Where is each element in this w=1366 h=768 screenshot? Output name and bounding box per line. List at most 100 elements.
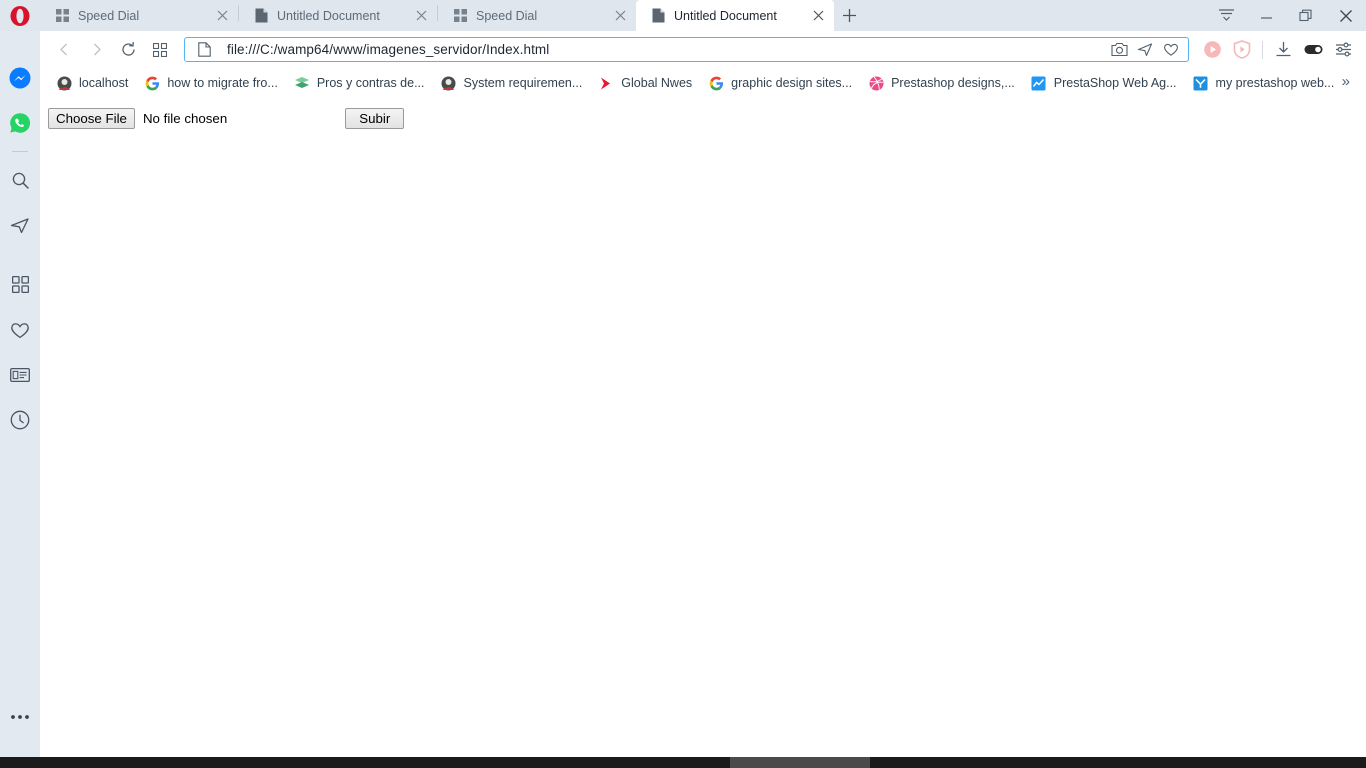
sidebar-item-telegram[interactable] — [0, 203, 40, 248]
heart-icon[interactable] — [1158, 38, 1184, 62]
address-input[interactable]: file:///C:/wamp64/www/imagenes_servidor/… — [213, 42, 1106, 57]
tab-menu-button[interactable] — [1206, 0, 1246, 31]
page-document-icon — [195, 42, 213, 57]
tab-speed-dial-1[interactable]: Speed Dial — [40, 0, 238, 31]
google-icon — [708, 75, 724, 91]
opera-logo-icon — [9, 5, 31, 27]
browser-window: Speed Dial Untitled Document Speed Dial … — [0, 0, 1366, 768]
taskbar-active-window[interactable] — [730, 757, 870, 768]
grid-icon — [153, 42, 167, 57]
extensions-button[interactable] — [1298, 36, 1328, 64]
forward-button[interactable] — [80, 36, 112, 64]
maximize-icon — [1299, 9, 1313, 23]
tab-speed-dial-2[interactable]: Speed Dial — [438, 0, 636, 31]
wamp-icon — [56, 75, 72, 91]
bookmark-how-to-migrate[interactable]: how to migrate fro... — [136, 72, 285, 94]
bookmark-system-requirements[interactable]: System requiremen... — [433, 72, 591, 94]
window-controls — [1206, 0, 1366, 31]
bookmark-label: my prestashop web... — [1215, 76, 1335, 90]
new-tab-button[interactable] — [834, 0, 864, 31]
bookmark-localhost[interactable]: localhost — [48, 72, 136, 94]
bookmark-global-nwes[interactable]: Global Nwes — [590, 72, 700, 94]
tab-title: Speed Dial — [476, 8, 538, 23]
video-popout-button[interactable] — [1197, 36, 1227, 64]
vpn-shield-button[interactable] — [1227, 36, 1257, 64]
sidebar-item-bookmarks[interactable] — [0, 307, 40, 352]
bookmark-label: graphic design sites... — [731, 76, 853, 90]
bookmark-label: System requiremen... — [463, 76, 583, 90]
yahoo-y-icon — [1193, 75, 1209, 91]
red-chevron-icon — [598, 75, 614, 91]
page-content: Choose File No file chosen Subir — [40, 98, 1366, 753]
speed-dial-button[interactable] — [144, 36, 176, 64]
address-bar[interactable]: file:///C:/wamp64/www/imagenes_servidor/… — [184, 37, 1189, 62]
opera-menu-button[interactable] — [0, 0, 40, 31]
bookmark-prestashop-web-agency[interactable]: PrestaShop Web Ag... — [1023, 72, 1185, 94]
easy-setup-icon — [1335, 42, 1352, 57]
tab-strip: Speed Dial Untitled Document Speed Dial … — [0, 0, 1366, 31]
news-icon — [10, 367, 30, 383]
tab-list: Speed Dial Untitled Document Speed Dial … — [40, 0, 834, 31]
tab-untitled-document-1[interactable]: Untitled Document — [239, 0, 437, 31]
file-status-label: No file chosen — [142, 111, 228, 126]
choose-file-button[interactable]: Choose File — [48, 108, 135, 129]
tab-untitled-document-2-active[interactable]: Untitled Document — [636, 0, 834, 31]
maximize-button[interactable] — [1286, 0, 1326, 31]
minimize-icon — [1260, 9, 1273, 22]
forward-arrow-icon — [89, 42, 104, 57]
video-popout-icon — [1203, 40, 1222, 59]
messenger-icon — [9, 67, 31, 89]
document-icon — [253, 8, 269, 24]
easy-setup-button[interactable] — [1328, 36, 1358, 64]
downloads-icon — [1275, 41, 1292, 58]
sidebar-item-news[interactable] — [0, 352, 40, 397]
google-icon — [144, 75, 160, 91]
tab-close-button[interactable] — [808, 6, 828, 26]
sidebar-item-history[interactable] — [0, 397, 40, 442]
downloads-button[interactable] — [1268, 36, 1298, 64]
ellipsis-icon — [10, 714, 30, 720]
sidebar-divider — [12, 151, 28, 152]
search-icon — [11, 171, 30, 190]
upload-form: Choose File No file chosen Subir — [48, 108, 405, 129]
bookmark-my-prestashop-web[interactable]: my prestashop web... — [1185, 72, 1343, 94]
sidebar-item-whatsapp[interactable] — [0, 100, 40, 145]
reload-button[interactable] — [112, 36, 144, 64]
tab-close-button[interactable] — [212, 6, 232, 26]
grid-icon — [11, 276, 29, 293]
navigation-toolbar: file:///C:/wamp64/www/imagenes_servidor/… — [40, 31, 1366, 68]
speed-dial-icon — [54, 8, 70, 24]
close-window-button[interactable] — [1326, 0, 1366, 31]
speed-dial-icon — [452, 8, 468, 24]
snapshot-icon[interactable] — [1106, 38, 1132, 62]
back-arrow-icon — [57, 42, 72, 57]
back-button[interactable] — [48, 36, 80, 64]
bookmark-graphic-design-sites[interactable]: graphic design sites... — [700, 72, 860, 94]
bookmark-pros-y-contras[interactable]: Pros y contras de... — [286, 72, 433, 94]
subir-submit-button[interactable]: Subir — [345, 108, 405, 129]
close-icon — [1339, 9, 1353, 23]
sidebar-item-messenger[interactable] — [0, 55, 40, 100]
bookmark-label: Global Nwes — [621, 76, 693, 90]
bookmarks-overflow-button[interactable]: » — [1342, 73, 1350, 90]
bookmarks-bar: localhost how to migrate fro... Pros y c… — [40, 68, 1366, 98]
tab-close-button[interactable] — [610, 6, 630, 26]
sidebar-item-search[interactable] — [0, 158, 40, 203]
extensions-icon — [1304, 43, 1323, 56]
tab-menu-icon — [1218, 8, 1235, 23]
os-taskbar — [0, 757, 1366, 768]
sidebar — [0, 31, 40, 757]
tab-close-button[interactable] — [411, 6, 431, 26]
minimize-button[interactable] — [1246, 0, 1286, 31]
address-bar-icons — [1106, 38, 1184, 62]
sidebar-more-button[interactable] — [0, 694, 40, 739]
vpn-shield-icon — [1233, 40, 1251, 59]
send-icon — [10, 216, 30, 235]
bookmark-prestashop-designs[interactable]: Prestashop designs,... — [860, 72, 1023, 94]
bookmark-label: PrestaShop Web Ag... — [1053, 76, 1177, 90]
bookmark-label: Prestashop designs,... — [891, 76, 1015, 90]
bookmark-label: how to migrate fro... — [167, 76, 278, 90]
send-to-device-icon[interactable] — [1132, 38, 1158, 62]
bookmark-label: localhost — [79, 76, 129, 90]
sidebar-item-speed-dial[interactable] — [0, 262, 40, 307]
